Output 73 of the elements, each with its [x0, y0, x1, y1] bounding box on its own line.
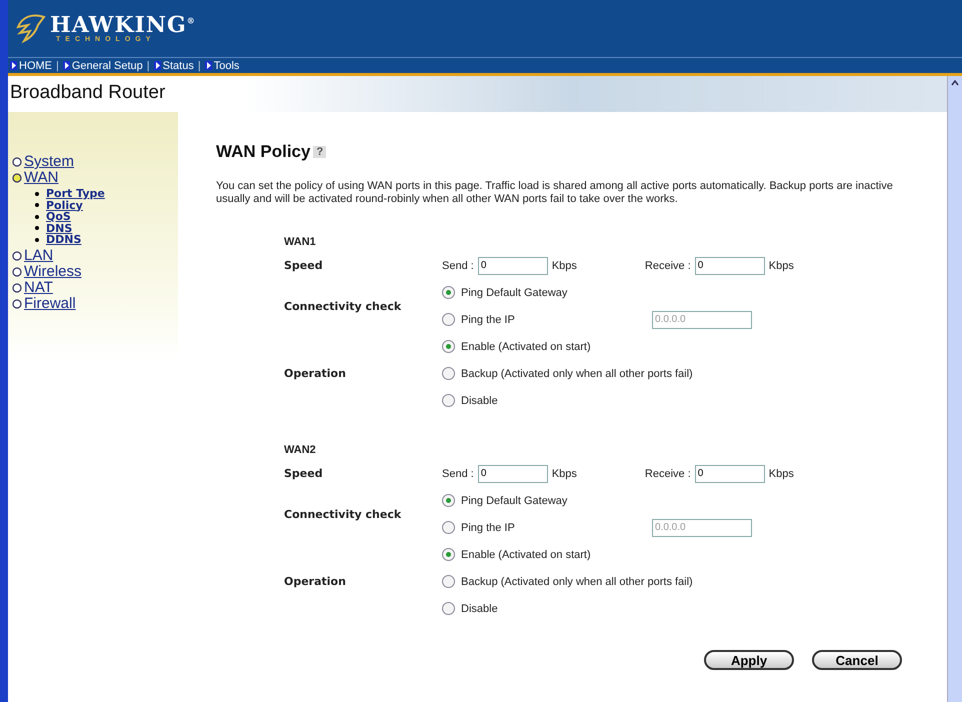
- unit-label: Kbps: [768, 260, 794, 272]
- nav-link[interactable]: General Setup: [62, 60, 143, 72]
- radio-label: Ping the IP: [461, 522, 515, 534]
- radio-label: Backup (Activated only when all other ports fail): [461, 576, 693, 588]
- bullet-icon: [35, 226, 39, 230]
- field-label: Operation: [284, 367, 347, 380]
- input-field[interactable]: 0: [694, 464, 765, 482]
- arrow-icon: [204, 61, 212, 70]
- description: You can set the policy of using WAN ports in this page. Traffic load is shared among all active ports automatically. Backup ports are inactive usually and will be activated round-robinly when all other WAN ports fail to take over the works.: [216, 180, 894, 206]
- nav-separator: |: [198, 60, 201, 72]
- radio-label: Enable (Activated on start): [461, 548, 591, 560]
- sidebar-item[interactable]: Wireless: [12, 264, 178, 280]
- arrow-icon: [10, 61, 17, 70]
- radio-button[interactable]: [442, 286, 455, 299]
- radio-label: Ping Default Gateway: [461, 286, 568, 298]
- radio-label: Disable: [461, 602, 498, 614]
- input-field[interactable]: 0: [694, 256, 765, 274]
- port-name: WAN2: [284, 444, 317, 456]
- sidebar-item[interactable]: NAT: [12, 280, 178, 296]
- bullet-icon: [35, 203, 39, 208]
- radio-label: Backup (Activated only when all other ports fail): [461, 368, 693, 380]
- field-label: Send :: [442, 260, 474, 272]
- radio-label: Ping the IP: [461, 314, 515, 326]
- sidebar-subitem[interactable]: Port Type: [35, 188, 178, 200]
- radio-button[interactable]: [442, 602, 455, 615]
- radio-button[interactable]: [442, 394, 455, 407]
- radio-button[interactable]: [442, 313, 455, 326]
- nav-separator: |: [56, 60, 59, 72]
- field-label: Connectivity check: [284, 300, 402, 312]
- nav-link[interactable]: Status: [154, 60, 194, 72]
- action-button[interactable]: Cancel: [812, 650, 902, 670]
- field-label: Send :: [442, 468, 474, 480]
- field-label: Speed: [284, 467, 324, 480]
- bullet-icon: [35, 214, 39, 219]
- bullet-icon: [35, 192, 39, 196]
- field-label: Receive :: [644, 260, 691, 272]
- port-name: WAN1: [284, 236, 317, 248]
- nav-separator: |: [146, 60, 150, 72]
- nav-link[interactable]: Tools: [204, 60, 240, 72]
- bullet-icon: [35, 238, 39, 242]
- field-label: Connectivity check: [284, 508, 402, 520]
- nav-link[interactable]: HOME: [10, 60, 52, 72]
- radio-button[interactable]: [442, 521, 455, 534]
- sidebar-item[interactable]: LAN: [12, 248, 178, 264]
- page-title: WAN Policy ?: [216, 142, 947, 162]
- radio-button[interactable]: [442, 494, 455, 507]
- sidebar-subitem[interactable]: Policy: [35, 200, 178, 211]
- unit-label: Kbps: [552, 260, 577, 272]
- radio-button[interactable]: [442, 340, 455, 353]
- sidebar-subitem[interactable]: DNS: [35, 222, 178, 234]
- sidebar-item[interactable]: System: [12, 154, 178, 170]
- sidebar-item[interactable]: WAN: [12, 170, 178, 186]
- scrollbar[interactable]: [947, 76, 962, 702]
- radio-label: Disable: [461, 394, 498, 406]
- field-label: Receive :: [644, 468, 691, 480]
- sidebar-subitem[interactable]: DDNS: [35, 234, 178, 246]
- sidebar-subitem[interactable]: QoS: [35, 211, 178, 222]
- radio-button[interactable]: [442, 367, 455, 380]
- field-label: Speed: [284, 259, 324, 272]
- arrow-icon: [154, 61, 161, 70]
- action-button[interactable]: Apply: [704, 650, 794, 670]
- arrow-icon: [62, 61, 70, 70]
- radio-label: Ping Default Gateway: [461, 494, 568, 506]
- radio-button[interactable]: [442, 548, 455, 561]
- unit-label: Kbps: [552, 468, 577, 480]
- help-icon[interactable]: ?: [313, 146, 326, 158]
- sidebar-item[interactable]: Firewall: [12, 296, 178, 312]
- unit-label: Kbps: [768, 468, 794, 480]
- input-field[interactable]: 0: [478, 256, 548, 274]
- radio-label: Enable (Activated on start): [461, 340, 591, 352]
- input-field[interactable]: 0: [478, 464, 548, 482]
- radio-button[interactable]: [442, 575, 455, 588]
- field-label: Operation: [284, 575, 347, 588]
